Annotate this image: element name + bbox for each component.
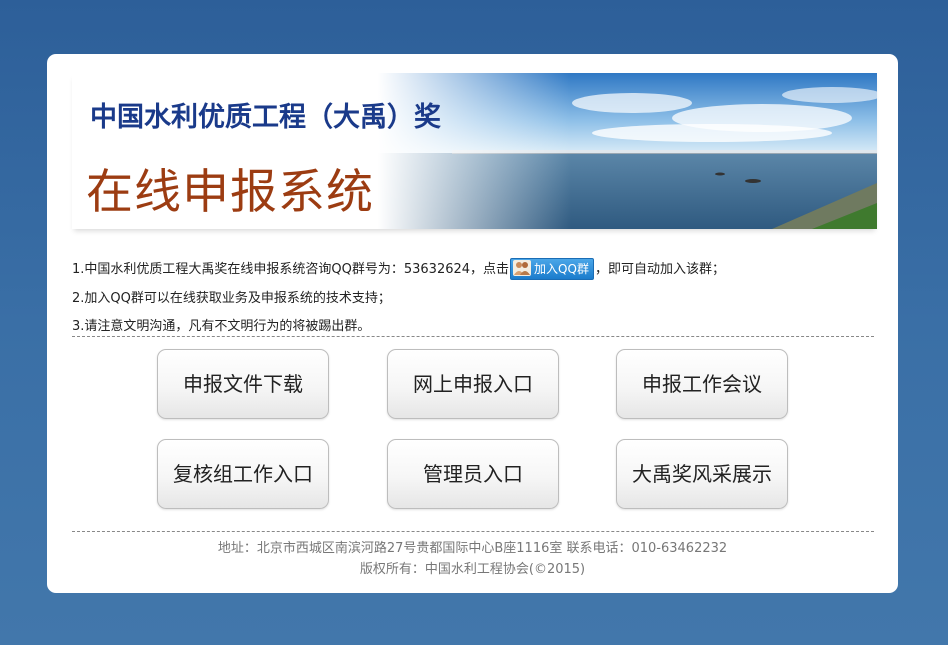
online-application-entry-button[interactable]: 网上申报入口 <box>387 349 559 419</box>
admin-entry-button[interactable]: 管理员入口 <box>387 439 559 509</box>
notice-line-2: 2.加入QQ群可以在线获取业务及申报系统的技术支持； <box>72 291 391 306</box>
download-application-files-button[interactable]: 申报文件下载 <box>157 349 329 419</box>
qq-group-icon <box>513 260 532 276</box>
join-qq-group-button[interactable]: 加入QQ群 <box>510 257 594 280</box>
footer-address: 地址：北京市西城区南滨河路27号贵都国际中心B座1116室 联系电话：010-6… <box>217 541 728 556</box>
top-divider <box>72 336 874 337</box>
bottom-divider <box>72 531 874 532</box>
banner-subtitle: 在线申报系统 <box>86 165 374 220</box>
footer-copyright: 版权所有：中国水利工程协会(©2015) <box>359 562 586 577</box>
header-banner: 中国水利优质工程（大禹）奖 在线申报系统 <box>72 73 877 229</box>
notice-line-1-prefix: 1.中国水利优质工程大禹奖在线申报系统咨询QQ群号为：53632624，点击 <box>72 262 510 277</box>
notice-line-3: 3.请注意文明沟通，凡有不文明行为的将被踢出群。 <box>72 319 371 334</box>
main-card: 中国水利优质工程（大禹）奖 在线申报系统 1.中国水利优质工程大禹奖在线申报系统… <box>47 54 898 593</box>
banner-title: 中国水利优质工程（大禹）奖 <box>90 102 441 133</box>
review-group-entry-button[interactable]: 复核组工作入口 <box>157 439 329 509</box>
notice-line-1-suffix: ，即可自动加入该群； <box>594 262 725 277</box>
notice-line-1: 1.中国水利优质工程大禹奖在线申报系统咨询QQ群号为：53632624，点击 加入… <box>72 257 725 281</box>
join-qq-group-label: 加入QQ群 <box>534 261 589 276</box>
application-meeting-button[interactable]: 申报工作会议 <box>616 349 788 419</box>
award-showcase-button[interactable]: 大禹奖风采展示 <box>616 439 788 509</box>
